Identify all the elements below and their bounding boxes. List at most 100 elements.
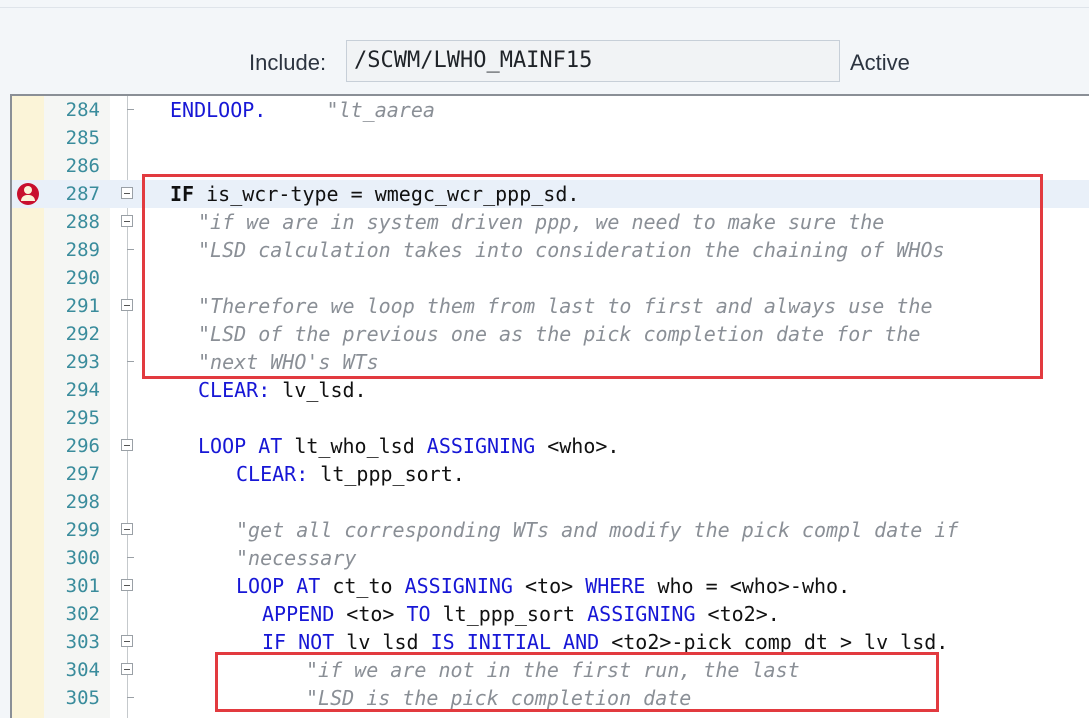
code-line-299[interactable]: 299 "get all corresponding WTs and modify… — [12, 516, 1089, 544]
code-comment: "LSD is the pick completion date — [306, 686, 692, 710]
include-header: Include: /SCWM/LWHO_MAINF15 Active — [0, 40, 1089, 84]
code-line-285[interactable]: 285 — [12, 124, 1089, 152]
code-text: APPEND <to> TO lt_ppp_sort ASSIGNING <to… — [262, 602, 780, 626]
code-token: <to> — [512, 574, 586, 598]
line-number: 292 — [65, 323, 100, 345]
code-text: CLEAR: lv_lsd. — [198, 378, 367, 402]
code-text: "LSD calculation takes into consideratio… — [198, 238, 945, 262]
code-line-289[interactable]: 289 "LSD calculation takes into considera… — [12, 236, 1089, 264]
code-comment: "next WHO's WTs — [198, 350, 379, 374]
code-line-288[interactable]: 288 "if we are in system driven ppp, we n… — [12, 208, 1089, 236]
code-line-305[interactable]: 305 "LSD is the pick completion date — [12, 684, 1089, 712]
code-token: who = <who>-who. — [645, 574, 851, 598]
code-token: ct_to — [320, 574, 405, 598]
code-comment: "LSD calculation takes into consideratio… — [198, 238, 945, 262]
collapse-toggle-icon[interactable] — [121, 299, 133, 311]
line-number: 290 — [65, 267, 100, 289]
code-text: "if we are in system driven ppp, we need… — [198, 210, 884, 234]
code-comment: "lt_aarea — [326, 98, 435, 122]
code-token: lv_lsd. — [270, 378, 367, 402]
include-field[interactable]: /SCWM/LWHO_MAINF15 — [346, 40, 840, 82]
code-line-304[interactable]: 304 "if we are not in the first run, the … — [12, 656, 1089, 684]
top-divider — [0, 7, 1089, 8]
line-number: 305 — [65, 687, 100, 709]
line-number: 304 — [65, 659, 100, 681]
code-keyword: IS INITIAL AND — [430, 630, 600, 654]
code-token: lt_who_lsd — [282, 434, 427, 458]
code-text: IF NOT lv_lsd IS INITIAL AND <to2>-pick_… — [262, 630, 948, 654]
code-text: "if we are not in the first run, the las… — [306, 658, 800, 682]
code-keyword: ASSIGNING — [404, 574, 513, 598]
code-text: LOOP AT lt_who_lsd ASSIGNING <who>. — [198, 434, 619, 458]
fold-end-marker — [127, 557, 134, 558]
fold-end-marker — [127, 249, 134, 250]
collapse-toggle-icon[interactable] — [121, 635, 133, 647]
collapse-toggle-icon[interactable] — [121, 523, 133, 535]
code-text: LOOP AT ct_to ASSIGNING <to> WHERE who =… — [236, 574, 850, 598]
line-number: 298 — [65, 491, 100, 513]
code-line-303[interactable]: 303 IF NOT lv_lsd IS INITIAL AND <to2>-pi… — [12, 628, 1089, 656]
line-number: 288 — [65, 211, 100, 233]
fold-end-marker — [127, 361, 134, 362]
code-token: is_wcr-type = wmegc_wcr_ppp_sd. — [194, 182, 580, 206]
code-keyword: WHERE — [585, 574, 646, 598]
code-line-302[interactable]: 302 APPEND <to> TO lt_ppp_sort ASSIGNING … — [12, 600, 1089, 628]
code-line-301[interactable]: 301 LOOP AT ct_to ASSIGNING <to> WHERE wh… — [12, 572, 1089, 600]
code-token: <to2>. — [695, 602, 780, 626]
include-label: Include: — [249, 50, 327, 75]
code-comment: "if we are in system driven ppp, we need… — [198, 210, 885, 234]
code-line-290[interactable]: 290 — [12, 264, 1089, 292]
code-text: "necessary — [236, 546, 356, 570]
code-line-300[interactable]: 300 "necessary — [12, 544, 1089, 572]
breakpoint-icon[interactable] — [17, 183, 39, 205]
code-line-284[interactable]: 284 ENDLOOP. "lt_aarea — [12, 96, 1089, 124]
code-line-291[interactable]: 291 "Therefore we loop them from last to … — [12, 292, 1089, 320]
line-number: 299 — [65, 519, 100, 541]
code-keyword: APPEND — [262, 602, 335, 626]
line-number: 297 — [65, 463, 100, 485]
collapse-toggle-icon[interactable] — [121, 187, 133, 199]
fold-end-marker — [127, 697, 134, 698]
code-comment: "LSD of the previous one as the pick com… — [198, 322, 921, 346]
code-line-296[interactable]: 296 LOOP AT lt_who_lsd ASSIGNING <who>. — [12, 432, 1089, 460]
line-number: 286 — [65, 155, 100, 177]
code-comment: "get all corresponding WTs and modify th… — [236, 518, 959, 542]
code-keyword: ENDLOOP. — [170, 98, 267, 122]
abap-code-editor[interactable]: 284 ENDLOOP. "lt_aarea 285 286 287 IF is_wcr-… — [10, 94, 1089, 718]
line-number: 303 — [65, 631, 100, 653]
code-token: <to2>-pick_comp_dt > lv_lsd. — [599, 630, 949, 654]
code-line-294[interactable]: 294 CLEAR: lv_lsd. — [12, 376, 1089, 404]
line-number: 302 — [65, 603, 100, 625]
collapse-toggle-icon[interactable] — [121, 579, 133, 591]
collapse-toggle-icon[interactable] — [121, 663, 133, 675]
code-keyword: IF NOT — [262, 630, 335, 654]
code-line-287[interactable]: 287 IF is_wcr-type = wmegc_wcr_ppp_sd. — [12, 180, 1089, 208]
code-keyword: ASSIGNING — [587, 602, 696, 626]
code-line-295[interactable]: 295 — [12, 404, 1089, 432]
code-line-286[interactable]: 286 — [12, 152, 1089, 180]
line-number: 295 — [65, 407, 100, 429]
collapse-toggle-icon[interactable] — [121, 439, 133, 451]
code-token: lt_ppp_sort — [430, 602, 588, 626]
code-token: <to> — [334, 602, 407, 626]
code-line-298[interactable]: 298 — [12, 488, 1089, 516]
code-line-292[interactable]: 292 "LSD of the previous one as the pick … — [12, 320, 1089, 348]
code-text: "LSD is the pick completion date — [306, 686, 691, 710]
code-line-297[interactable]: 297 CLEAR: lt_ppp_sort. — [12, 460, 1089, 488]
code-token: lt_ppp_sort. — [308, 462, 465, 486]
fold-end-marker — [127, 109, 134, 110]
code-keyword: IF — [170, 182, 195, 206]
code-comment: "if we are not in the first run, the las… — [306, 658, 800, 682]
code-text: "get all corresponding WTs and modify th… — [236, 518, 958, 542]
line-number: 285 — [65, 127, 100, 149]
status-label: Active — [850, 50, 910, 75]
line-number: 301 — [65, 575, 100, 597]
code-line-293[interactable]: 293 "next WHO's WTs — [12, 348, 1089, 376]
collapse-toggle-icon[interactable] — [121, 215, 133, 227]
code-text: ENDLOOP. "lt_aarea — [170, 98, 435, 122]
line-number: 287 — [65, 183, 100, 205]
line-number: 293 — [65, 351, 100, 373]
code-keyword: TO — [406, 602, 431, 626]
code-keyword: LOOP AT — [198, 434, 283, 458]
